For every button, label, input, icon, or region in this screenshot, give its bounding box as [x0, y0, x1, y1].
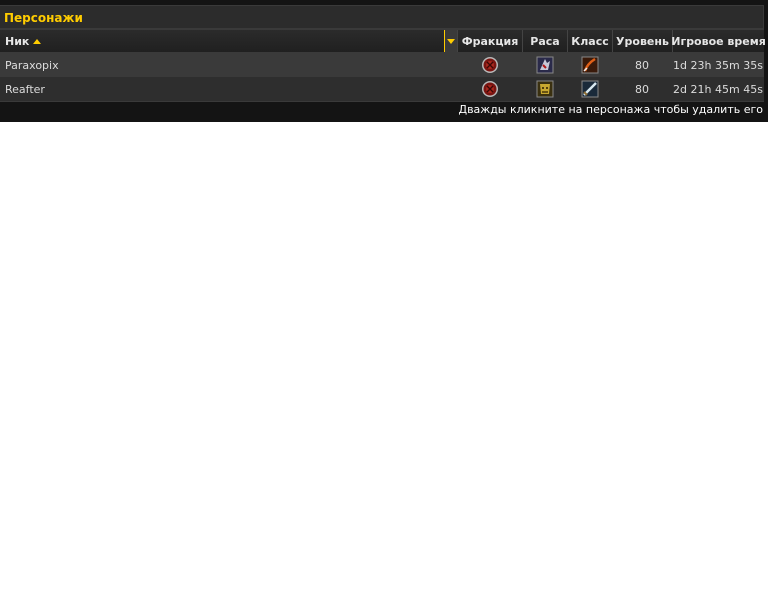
column-header-level[interactable]: Уровень	[612, 30, 672, 52]
column-menu-button[interactable]	[444, 30, 457, 52]
faction-cell	[457, 53, 522, 77]
character-level: 80	[635, 58, 649, 72]
faction-cell	[457, 77, 522, 101]
column-header-name[interactable]: Ник	[0, 30, 444, 52]
race-cell	[522, 77, 567, 101]
characters-panel: Персонажи Ник Фракция Раса Класс Уровень…	[0, 0, 768, 122]
panel-title: Персонажи	[4, 11, 83, 25]
horde-faction-icon	[481, 57, 498, 73]
column-header-name-label: Ник	[5, 34, 30, 48]
undead-race-icon	[536, 56, 553, 74]
character-name: Paraxopix	[5, 58, 59, 72]
character-playtime: 1d 23h 35m 35s	[673, 58, 763, 72]
delete-hint: Дважды кликните на персонажа чтобы удали…	[0, 101, 764, 117]
orc-race-icon	[536, 80, 553, 98]
column-header-time[interactable]: Игровое время	[671, 30, 766, 52]
class-cell	[567, 53, 612, 77]
character-playtime: 2d 21h 45m 45s	[673, 82, 763, 96]
horde-faction-icon	[481, 81, 498, 97]
column-header-faction[interactable]: Фракция	[457, 30, 522, 52]
panel-title-bar: Персонажи	[0, 5, 764, 29]
column-header-class[interactable]: Класс	[567, 30, 612, 52]
table-row[interactable]: Paraxopix 80 1d 23h 35m 35s	[0, 53, 764, 77]
table-row[interactable]: Reafter 80 2d 21h 45m 45s	[0, 77, 764, 101]
character-name: Reafter	[5, 82, 45, 96]
characters-table: Ник Фракция Раса Класс Уровень Игровое в…	[0, 29, 766, 101]
character-level: 80	[635, 82, 649, 96]
warrior-class-icon	[581, 80, 598, 98]
column-header-race[interactable]: Раса	[522, 30, 567, 52]
race-cell	[522, 53, 567, 77]
class-cell	[567, 77, 612, 101]
sort-ascending-icon	[33, 39, 42, 44]
rogue-class-icon	[581, 56, 598, 74]
chevron-down-icon	[447, 38, 455, 44]
table-header: Ник Фракция Раса Класс Уровень Игровое в…	[0, 29, 766, 53]
